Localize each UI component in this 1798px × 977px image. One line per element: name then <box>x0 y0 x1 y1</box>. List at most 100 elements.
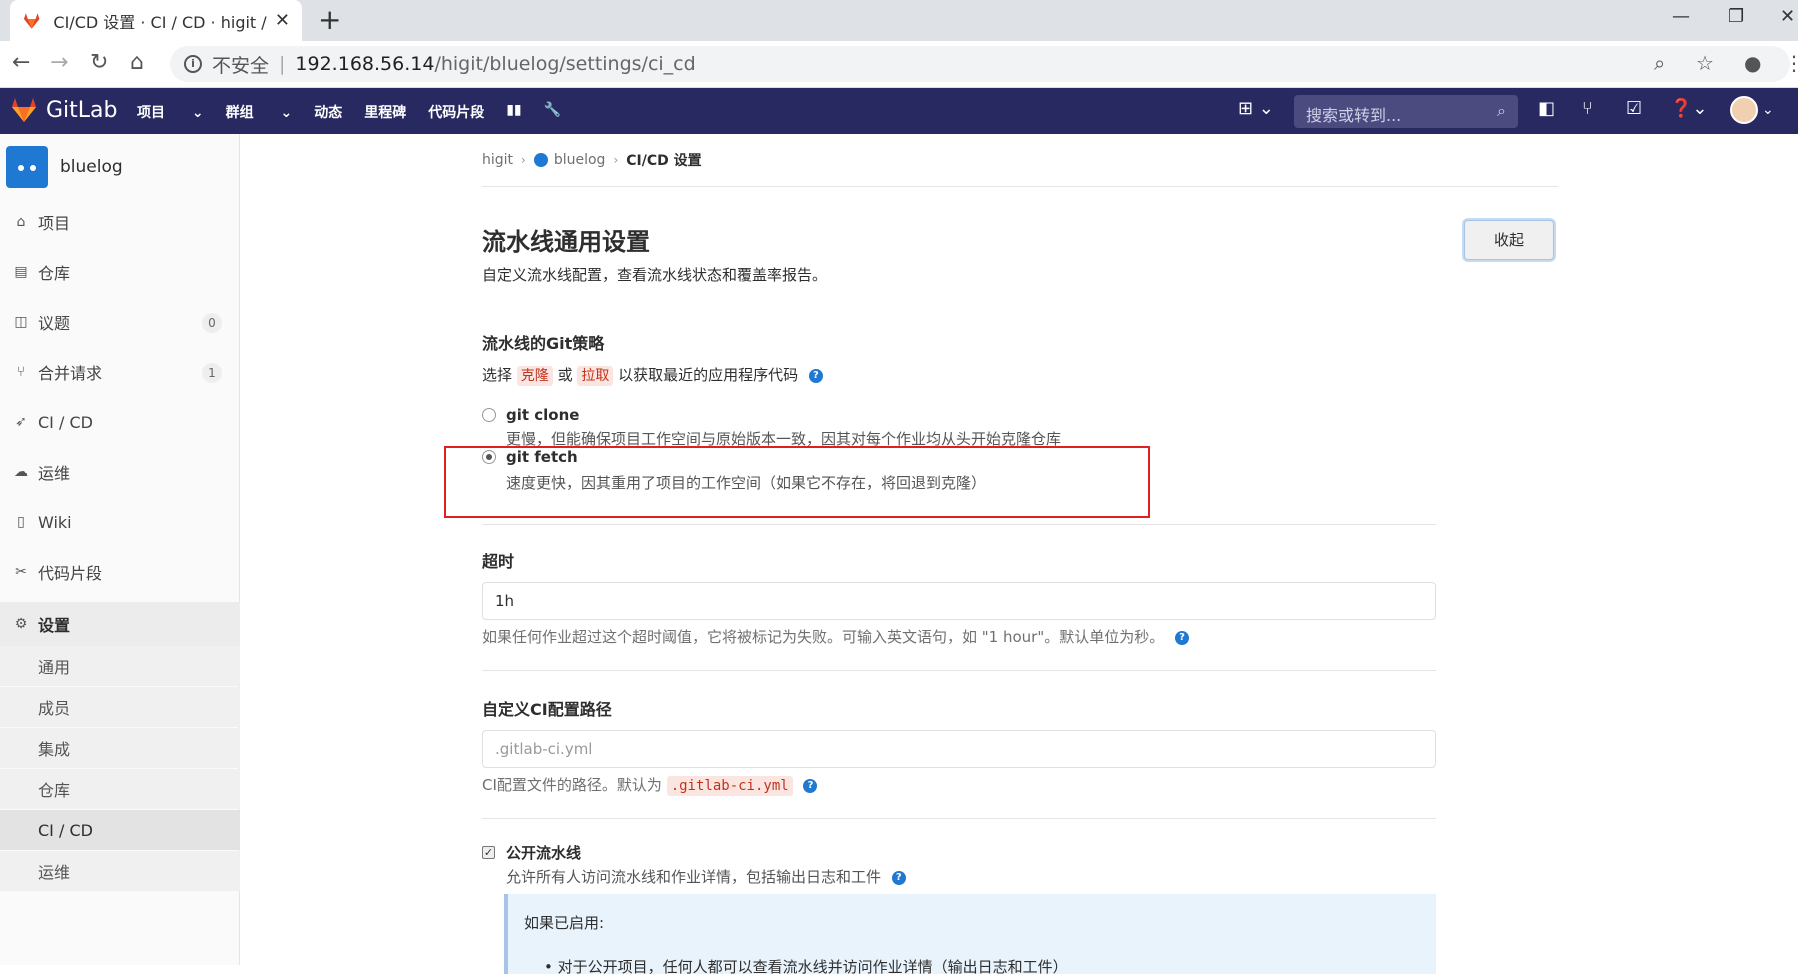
minimize-icon[interactable]: — <box>1672 6 1690 27</box>
tanuki-icon <box>12 98 36 122</box>
ci-path-hint: CI配置文件的路径。默认为 .gitlab-ci.yml ? <box>482 774 818 796</box>
search-placeholder: 搜索或转到... <box>1306 106 1402 125</box>
sidebar-item-wiki[interactable]: ▯ Wiki <box>0 500 240 544</box>
project-sidebar: bluelog ⌂ 项目 ▤ 仓库 ◫ 议题 0 ⑂ 合并请求 1 ➶ CI /… <box>0 134 240 965</box>
profile-icon[interactable]: ● <box>1744 51 1761 75</box>
merge-requests-icon[interactable]: ⑂ <box>1582 98 1593 119</box>
security-label: 不安全 <box>212 54 270 77</box>
settings-sub-cicd[interactable]: CI / CD <box>0 810 240 850</box>
book-icon: ▯ <box>17 514 25 530</box>
section-subtitle: 自定义流水线配置，查看流水线状态和覆盖率报告。 <box>482 266 828 284</box>
collapse-button[interactable]: 收起 <box>1464 220 1554 260</box>
help-icon[interactable]: ? <box>803 778 818 793</box>
home-icon[interactable]: ⌂ <box>130 51 144 75</box>
url-field[interactable]: i 不安全 | 192.168.56.14 /higit/bluelog/set… <box>170 46 1790 82</box>
breadcrumb-project[interactable]: bluelog <box>554 152 606 168</box>
breadcrumb-current[interactable]: CI/CD 设置 <box>626 150 701 170</box>
forward-icon[interactable]: → <box>50 51 68 75</box>
public-pipelines-desc: 允许所有人访问流水线和作业详情，包括输出日志和工件 ? <box>506 866 906 887</box>
sidebar-item-label: CI / CD <box>38 412 93 432</box>
issues-check-icon[interactable]: ☑ <box>1626 98 1642 119</box>
close-window-icon[interactable]: ✕ <box>1780 6 1795 27</box>
browser-tab[interactable]: CI/CD 设置 · CI / CD · higit / bluelog ✕ <box>10 0 302 41</box>
zoom-icon[interactable]: ⌕ <box>1654 51 1665 75</box>
sidebar-item-project[interactable]: ⌂ 项目 <box>0 200 240 244</box>
sidebar-item-merge-requests[interactable]: ⑂ 合并请求 1 <box>0 350 240 394</box>
url-path: /higit/bluelog/settings/ci_cd <box>434 53 696 75</box>
settings-sub-operations[interactable]: 运维 <box>0 851 240 891</box>
section-title: 流水线通用设置 <box>482 228 650 256</box>
todo-icon[interactable]: ◧ <box>1538 98 1555 119</box>
project-header[interactable]: bluelog <box>6 146 123 188</box>
public-pipelines-checkbox[interactable]: ✓ <box>482 846 495 859</box>
git-clone-label[interactable]: git clone <box>506 406 579 424</box>
issues-count-badge: 0 <box>202 313 222 333</box>
project-name: bluelog <box>60 157 123 177</box>
sidebar-item-label: 合并请求 <box>38 364 103 383</box>
chevron-right-icon: › <box>521 153 526 167</box>
nav-snippets[interactable]: 代码片段 <box>428 102 484 122</box>
public-pipelines-label[interactable]: 公开流水线 <box>506 842 581 863</box>
settings-sub-integrations[interactable]: 集成 <box>0 728 240 768</box>
breadcrumb-group[interactable]: higit <box>482 152 513 168</box>
breadcrumb: higit › bluelog › CI/CD 设置 <box>482 150 702 170</box>
chevron-down-icon[interactable]: ⌄ <box>1762 102 1774 118</box>
tab-close-icon[interactable]: ✕ <box>275 10 290 31</box>
help-icon[interactable]: ❓⌄ <box>1670 98 1708 119</box>
new-plus-icon[interactable]: ⊞ ⌄ <box>1238 98 1274 119</box>
browser-menu-icon[interactable]: ⋮ <box>1784 51 1798 75</box>
nav-projects[interactable]: 项目 ⌄ <box>137 102 204 122</box>
sidebar-item-issues[interactable]: ◫ 议题 0 <box>0 300 240 344</box>
default-path-code: .gitlab-ci.yml <box>666 776 793 796</box>
url-separator: | <box>279 53 286 75</box>
git-clone-radio[interactable] <box>482 408 496 422</box>
sidebar-item-label: 项目 <box>38 214 71 233</box>
help-icon[interactable]: ? <box>1175 630 1190 645</box>
sidebar-item-label: Wiki <box>38 512 72 532</box>
info-icon[interactable]: i <box>184 55 202 73</box>
nav-activity[interactable]: 动态 <box>314 102 342 122</box>
top-nav-menu: 项目 ⌄ 群组 ⌄ 动态 里程碑 代码片段 ▮▮ 🔧 <box>137 102 583 122</box>
issues-icon: ◫ <box>14 314 28 330</box>
chart-icon[interactable]: ▮▮ <box>506 102 521 122</box>
browser-tab-strip: CI/CD 设置 · CI / CD · higit / bluelog ✕ +… <box>0 0 1798 41</box>
timeout-input[interactable]: 1h <box>482 582 1436 620</box>
merge-request-icon: ⑂ <box>16 364 26 380</box>
settings-sub-repository[interactable]: 仓库 <box>0 769 240 809</box>
tab-title: CI/CD 设置 · CI / CD · higit / bluelog <box>53 12 269 32</box>
sidebar-item-cicd[interactable]: ➶ CI / CD <box>0 400 240 444</box>
restore-icon[interactable]: ❐ <box>1728 6 1744 27</box>
gitlab-logo[interactable]: GitLab <box>10 97 118 123</box>
nav-milestones[interactable]: 里程碑 <box>364 102 406 122</box>
sidebar-item-label: 仓库 <box>38 264 71 283</box>
clone-code: 克隆 <box>516 366 553 386</box>
sidebar-item-settings[interactable]: ⚙ 设置 <box>0 602 240 646</box>
settings-sub-members[interactable]: 成员 <box>0 687 240 727</box>
search-icon[interactable]: ⌕ <box>1497 101 1506 121</box>
help-icon[interactable]: ? <box>891 870 906 885</box>
sidebar-item-operations[interactable]: ☁ 运维 <box>0 450 240 494</box>
user-avatar[interactable] <box>1730 96 1758 124</box>
help-icon[interactable]: ? <box>808 368 823 383</box>
settings-sub-general[interactable]: 通用 <box>0 646 240 686</box>
sidebar-item-repository[interactable]: ▤ 仓库 <box>0 250 240 294</box>
timeout-hint: 如果任何作业超过这个超时阈值，它将被标记为失败。可输入英文语句，如 "1 hou… <box>482 626 1190 647</box>
divider <box>482 670 1436 671</box>
sidebar-item-snippets[interactable]: ✂ 代码片段 <box>0 550 240 594</box>
sidebar-item-label: 设置 <box>38 616 71 635</box>
wrench-icon[interactable]: 🔧 <box>544 102 561 122</box>
git-strategy-label: 流水线的Git策略 <box>482 334 605 353</box>
bookmark-star-icon[interactable]: ☆ <box>1696 51 1714 75</box>
ci-path-input[interactable]: .gitlab-ci.yml <box>482 730 1436 768</box>
reload-icon[interactable]: ↻ <box>90 51 108 75</box>
new-tab-icon[interactable]: + <box>318 6 341 34</box>
highlight-annotation-box <box>444 446 1150 518</box>
fetch-code: 拉取 <box>577 366 614 386</box>
back-icon[interactable]: ← <box>12 51 30 75</box>
timeout-label: 超时 <box>482 552 515 571</box>
project-avatar-small <box>533 153 548 167</box>
doc-icon: ▤ <box>14 264 28 280</box>
info-item: • 对于公开项目，任何人都可以查看流水线并访问作业详情（输出日志和工件） <box>544 958 1068 976</box>
nav-groups[interactable]: 群组 ⌄ <box>226 102 293 122</box>
search-input[interactable]: 搜索或转到... ⌕ <box>1294 95 1518 128</box>
